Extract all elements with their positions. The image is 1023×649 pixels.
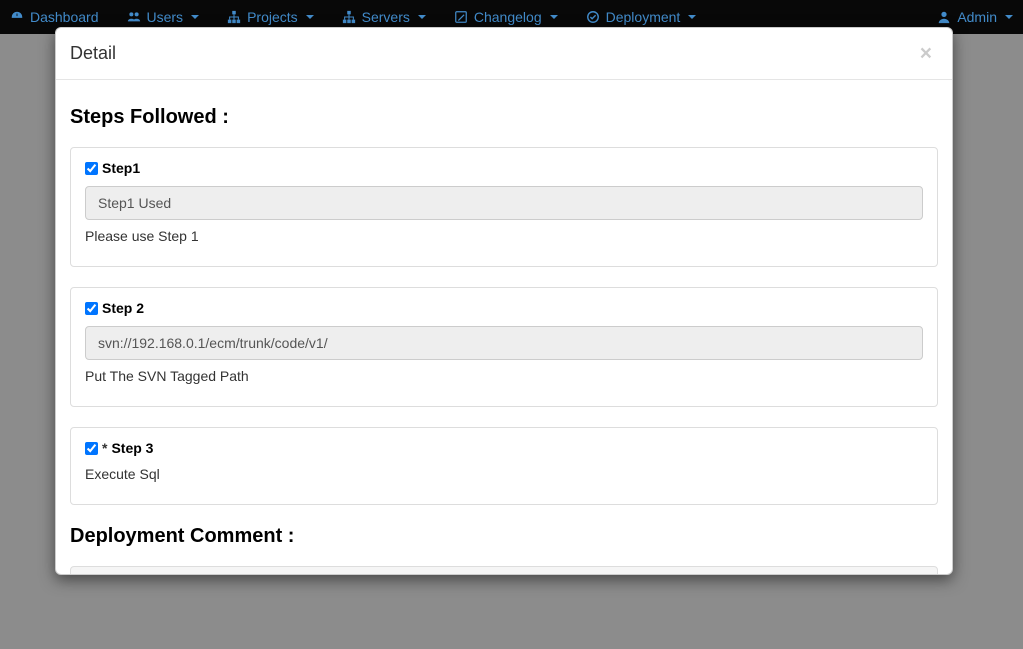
modal-body: Steps Followed : Step1 Please use Step 1 [56,80,952,574]
nav-dashboard[interactable]: Dashboard [10,9,99,25]
caret-down-icon [306,15,314,19]
sitemap-icon [227,10,241,24]
edit-icon [454,10,468,24]
step2-panel: Step 2 Put The SVN Tagged Path [70,287,938,407]
step2-label: Step 2 [102,300,144,316]
check-circle-icon [586,10,600,24]
step2-input [85,326,923,360]
nav-right: Admin [937,9,1013,25]
step2-checkbox[interactable] [85,302,98,315]
step1-label: Step1 [102,160,140,176]
nav-admin[interactable]: Admin [937,9,1013,25]
detail-modal: Detail × Steps Followed : Step1 Pl [55,27,953,575]
comment-heading: Deployment Comment : [70,525,938,548]
caret-down-icon [191,15,199,19]
step1-input [85,186,923,220]
nav-changelog-label: Changelog [474,9,542,25]
deployment-comment: I have Done This [70,566,938,574]
close-icon: × [920,42,932,65]
nav-projects[interactable]: Projects [227,9,314,25]
nav-left: Dashboard Users Projects [10,9,696,25]
nav-servers[interactable]: Servers [342,9,426,25]
modal-title: Detail [70,43,116,64]
required-asterisk: * [102,440,107,456]
nav-deployment-label: Deployment [606,9,681,25]
step1-checkbox[interactable] [85,162,98,175]
nav-admin-label: Admin [957,9,997,25]
caret-down-icon [688,15,696,19]
close-button[interactable]: × [914,42,938,65]
nav-dashboard-label: Dashboard [30,9,99,25]
modal-scroll[interactable]: Steps Followed : Step1 Please use Step 1 [56,80,952,574]
nav-servers-label: Servers [362,9,410,25]
steps-heading: Steps Followed : [70,106,938,129]
nav-users-label: Users [147,9,184,25]
step3-checkbox[interactable] [85,442,98,455]
step3-label: Step 3 [111,440,153,456]
step1-help: Please use Step 1 [85,228,923,244]
user-icon [937,10,951,24]
step2-help: Put The SVN Tagged Path [85,368,923,384]
caret-down-icon [550,15,558,19]
nav-changelog[interactable]: Changelog [454,9,558,25]
step3-help: Execute Sql [85,466,923,482]
step3-panel: *Step 3 Execute Sql [70,427,938,505]
dashboard-icon [10,10,24,24]
step1-panel: Step1 Please use Step 1 [70,147,938,267]
caret-down-icon [1005,15,1013,19]
caret-down-icon [418,15,426,19]
sitemap-icon [342,10,356,24]
nav-projects-label: Projects [247,9,298,25]
users-icon [127,10,141,24]
page-scroll[interactable]: Dashboard Users Projects [0,0,1023,649]
modal-header: Detail × [56,28,952,80]
nav-deployment[interactable]: Deployment [586,9,697,25]
nav-users[interactable]: Users [127,9,200,25]
